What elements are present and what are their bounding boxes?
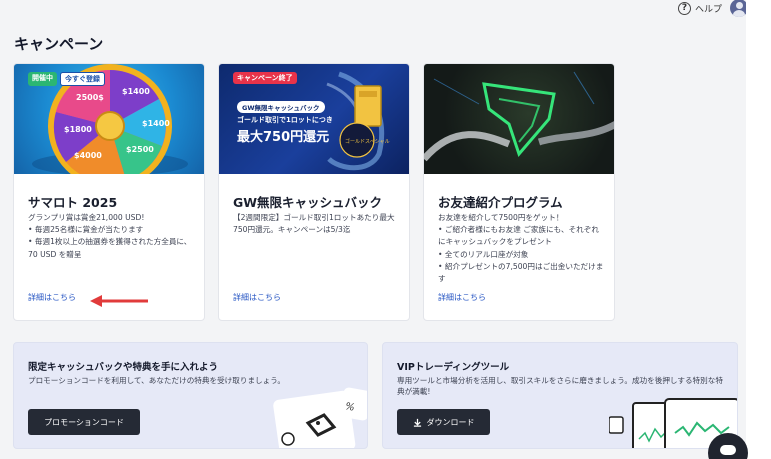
help-link[interactable]: ? ヘルプ <box>677 1 722 15</box>
wheel-label: $2500 <box>126 145 154 154</box>
page-scrollbar[interactable] <box>746 0 771 459</box>
wheel-label: $4000 <box>74 151 102 160</box>
banner-sub: ゴールド取引で1ロットにつき <box>237 116 333 124</box>
page-title: キャンペーン <box>14 35 104 53</box>
status-badge-ended: キャンペーン終了 <box>233 72 297 84</box>
promo-title: VIPトレーディングツール <box>397 362 510 373</box>
svg-text:%: % <box>344 401 355 413</box>
campaign-card-gw-cashback[interactable]: キャンペーン終了 ゴールドスペシャル GW無限キャッシュバック ゴールド取引で1… <box>218 63 410 321</box>
wheel-label: $1400 <box>142 119 170 128</box>
card-banner-wheel: 開催中 今すぐ登録 $1400 $1400 $2500 $4000 $1800 … <box>14 64 204 174</box>
campaign-card-summer-lotto[interactable]: 開催中 今すぐ登録 $1400 $1400 $2500 $4000 $1800 … <box>13 63 205 321</box>
card-badges: 開催中 今すぐ登録 <box>28 72 105 86</box>
download-button[interactable]: ダウンロード <box>397 409 490 435</box>
chat-support-button[interactable] <box>708 433 748 459</box>
wheel-label: $1800 <box>64 125 92 134</box>
promo-title: 限定キャッシュバックや特典を手に入れよう <box>28 362 219 373</box>
tag-cards-icon: % <box>273 387 367 448</box>
card-title: お友達紹介プログラム <box>438 195 563 210</box>
details-link[interactable]: 詳細はこちら <box>28 292 76 303</box>
card-description: お友達を紹介して7500円をゲット！ • ご紹介者様にもお友達 ご家族にも、それ… <box>438 213 604 284</box>
details-link[interactable]: 詳細はこちら <box>438 292 486 303</box>
handshake-icon <box>424 71 614 162</box>
download-button-label: ダウンロード <box>426 417 475 427</box>
card-title: GW無限キャッシュバック <box>233 195 383 210</box>
promo-code-button[interactable]: プロモーションコード <box>28 409 140 435</box>
details-link[interactable]: 詳細はこちら <box>233 292 281 303</box>
card-banner-referral <box>424 64 614 174</box>
banner-headline: 最大750円還元 <box>237 130 330 145</box>
card-badges: キャンペーン終了 <box>233 72 297 84</box>
campaign-card-referral[interactable]: お友達紹介プログラム お友達を紹介して7500円をゲット！ • ご紹介者様にもお… <box>423 63 615 321</box>
question-circle-icon: ? <box>677 1 691 15</box>
card-description: グランプリ賞は賞金21,000 USD! • 毎週25名様に賞金が当たります •… <box>28 213 192 259</box>
disc-label: ゴールドスペシャル <box>345 138 390 145</box>
red-arrow-icon <box>90 295 148 307</box>
card-description: 【2週間限定】ゴールド取引1ロットあたり最大750円還元。キャンペーンは5/3迄 <box>233 213 395 235</box>
wheel-label: 2500$ <box>76 93 104 102</box>
card-title: サマロト 2025 <box>28 195 118 210</box>
card-banner-gold: キャンペーン終了 ゴールドスペシャル GW無限キャッシュバック ゴールド取引で1… <box>219 64 409 174</box>
register-badge: 今すぐ登録 <box>60 72 105 86</box>
promo-panel-promo-code: 限定キャッシュバックや特典を手に入れよう プロモーションコードを利用して、あなた… <box>13 342 368 449</box>
wheel-label: $1400 <box>122 87 150 96</box>
banner-pill: GW無限キャッシュバック <box>237 101 325 113</box>
download-icon <box>413 418 421 427</box>
promo-description: 専用ツールと市場分析を活用し、取引スキルをさらに磨きましょう。成功を後押しする特… <box>397 376 723 396</box>
help-label: ヘルプ <box>694 4 722 15</box>
status-badge-active: 開催中 <box>28 72 57 86</box>
top-bar: ? ヘルプ <box>677 0 748 17</box>
promo-panel-vip-tools: VIPトレーディングツール 専用ツールと市場分析を活用し、取引スキルをさらに磨き… <box>382 342 738 449</box>
promo-description: プロモーションコードを利用して、あなただけの特典を受け取りましょう。 <box>28 376 285 385</box>
